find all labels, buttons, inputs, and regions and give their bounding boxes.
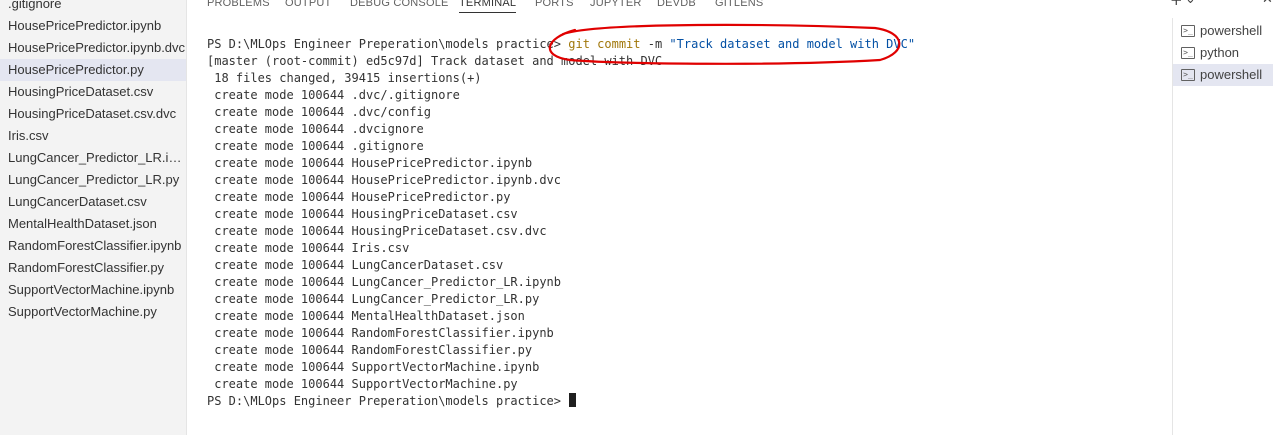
terminal-list-item-active[interactable]: >_ powershell [1173, 64, 1273, 86]
ellipsis-icon[interactable]: ··· [1210, 0, 1222, 8]
terminal-label: powershell [1200, 23, 1263, 38]
terminal-list: >_ powershell >_ python >_ powershell [1173, 20, 1273, 86]
explorer-sidebar: .gitignore HousePricePredictor.ipynb Hou… [0, 0, 187, 435]
terminal-icon: >_ [1181, 47, 1195, 59]
file-item[interactable]: SupportVectorMachine.ipynb [0, 279, 186, 301]
file-item[interactable]: HousingPriceDataset.csv [0, 81, 186, 103]
output-line: create mode 100644 HousingPriceDataset.c… [207, 224, 547, 238]
output-line: create mode 100644 LungCancer_Predictor_… [207, 275, 562, 289]
output-line: create mode 100644 SupportVectorMachine.… [207, 377, 518, 391]
file-list: .gitignore HousePricePredictor.ipynb Hou… [0, 0, 186, 323]
file-item[interactable]: RandomForestClassifier.py [0, 257, 186, 279]
output-line: create mode 100644 HousePricePredictor.p… [207, 190, 511, 204]
output-line: create mode 100644 RandomForestClassifie… [207, 326, 554, 340]
command-line: PS D:\MLOps Engineer Preperation\models … [207, 36, 1167, 53]
output-line: 18 files changed, 39415 insertions(+) [207, 71, 482, 85]
terminal-label: powershell [1200, 67, 1263, 82]
file-item[interactable]: .gitignore [0, 0, 186, 15]
output-line: create mode 100644 .dvc/.gitignore [207, 88, 460, 102]
terminal-label: python [1200, 45, 1240, 60]
output-line: create mode 100644 HousePricePredictor.i… [207, 156, 533, 170]
panel-tabs: PROBLEMS OUTPUT DEBUG CONSOLE TERMINAL P… [187, 0, 1172, 13]
tab-debug-console[interactable]: DEBUG CONSOLE [350, 0, 449, 12]
output-line: create mode 100644 HousingPriceDataset.c… [207, 207, 518, 221]
file-item[interactable]: SupportVectorMachine.py [0, 301, 186, 323]
command-string: "Track dataset and model with DVC" [669, 37, 916, 51]
output-line: create mode 100644 Iris.csv [207, 241, 410, 255]
file-item[interactable]: LungCancerDataset.csv [0, 191, 186, 213]
tab-gitlens[interactable]: GITLENS [715, 0, 763, 12]
output-line: create mode 100644 .dvc/config [207, 105, 431, 119]
file-item[interactable]: HousePricePredictor.ipynb.dvc [0, 37, 186, 59]
file-item[interactable]: LungCancer_Predictor_LR.ipynb [0, 147, 186, 169]
terminal-list-item[interactable]: >_ python [1173, 42, 1273, 64]
tab-jupyter[interactable]: JUPYTER [590, 0, 642, 12]
output-line: create mode 100644 SupportVectorMachine.… [207, 360, 540, 374]
command-flag: -m [647, 37, 663, 51]
file-item[interactable]: MentalHealthDataset.json [0, 213, 186, 235]
terminal-icon: >_ [1181, 69, 1195, 81]
output-line: create mode 100644 .dvcignore [207, 122, 424, 136]
command-name: git commit [568, 37, 641, 51]
final-prompt: PS D:\MLOps Engineer Preperation\models … [207, 394, 562, 408]
plus-icon[interactable]: + [1170, 0, 1183, 8]
output-line: create mode 100644 LungCancerDataset.csv [207, 258, 504, 272]
file-item[interactable]: RandomForestClassifier.ipynb [0, 235, 186, 257]
output-lines: [master (root-commit) ed5c97d] Track dat… [207, 53, 1167, 393]
file-item[interactable]: LungCancer_Predictor_LR.py [0, 169, 186, 191]
close-icon[interactable]: ✕ [1262, 0, 1273, 8]
chevron-up-icon[interactable]: ⌃ [1237, 0, 1248, 8]
terminal-list-item[interactable]: >_ powershell [1173, 20, 1273, 42]
output-line: [master (root-commit) ed5c97d] Track dat… [207, 54, 663, 68]
tab-terminal[interactable]: TERMINAL [459, 0, 517, 13]
terminal-output[interactable]: PS D:\MLOps Engineer Preperation\models … [207, 36, 1167, 410]
file-item-selected[interactable]: HousePricePredictor.py [0, 59, 186, 81]
output-line: create mode 100644 .gitignore [207, 139, 424, 153]
tab-problems[interactable]: PROBLEMS [207, 0, 270, 12]
terminal-icon: >_ [1181, 25, 1195, 37]
file-item[interactable]: HousingPriceDataset.csv.dvc [0, 103, 186, 125]
final-prompt-line: PS D:\MLOps Engineer Preperation\models … [207, 393, 1167, 410]
chevron-down-icon[interactable]: ⌄ [1185, 0, 1196, 8]
prompt: PS D:\MLOps Engineer Preperation\models … [207, 37, 562, 51]
output-line: create mode 100644 LungCancer_Predictor_… [207, 292, 540, 306]
tab-ports[interactable]: PORTS [535, 0, 574, 12]
file-item[interactable]: HousePricePredictor.ipynb [0, 15, 186, 37]
cursor [569, 393, 577, 407]
output-line: create mode 100644 RandomForestClassifie… [207, 343, 533, 357]
tab-devdb[interactable]: DEVDB [657, 0, 696, 12]
output-line: create mode 100644 MentalHealthDataset.j… [207, 309, 525, 323]
output-line: create mode 100644 HousePricePredictor.i… [207, 173, 562, 187]
tab-output[interactable]: OUTPUT [285, 0, 331, 12]
file-item[interactable]: Iris.csv [0, 125, 186, 147]
